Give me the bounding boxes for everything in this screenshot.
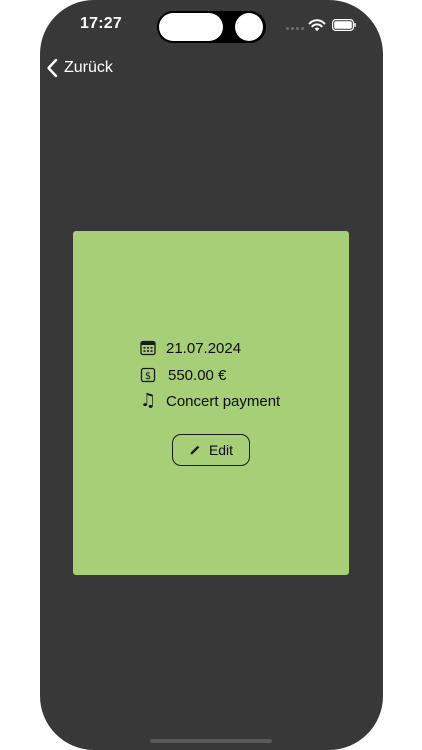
dollar-bill-icon: $ — [140, 367, 156, 383]
amount-row: $ 550.00 € — [140, 364, 226, 386]
status-time: 17:27 — [80, 15, 122, 32]
description-row: ♫ Concert payment — [140, 390, 280, 412]
wifi-icon — [308, 19, 326, 32]
island-dot — [235, 13, 263, 41]
svg-text:$: $ — [145, 371, 151, 382]
back-button-label: Zurück — [64, 59, 113, 76]
battery-icon — [332, 19, 356, 31]
edit-button-label: Edit — [208, 442, 234, 458]
edit-button[interactable]: Edit — [172, 434, 250, 466]
payment-detail-card: 21.07.2024 $ 550.00 € ♫ Concert payment … — [73, 231, 349, 575]
dynamic-island — [157, 11, 266, 43]
home-indicator[interactable] — [150, 739, 272, 743]
cellular-signal-icon — [286, 27, 304, 31]
payment-description: Concert payment — [166, 392, 281, 410]
date-row: 21.07.2024 — [140, 337, 241, 359]
music-notes-icon: ♫ — [140, 390, 157, 411]
chevron-left-icon — [47, 58, 58, 78]
status-bar: 17:27 — [40, 0, 383, 54]
calendar-icon — [140, 340, 156, 356]
payment-amount: 550.00 € — [168, 366, 227, 384]
phone-screen: 17:27 Zurück 21.07.2024 $ 550.00 € ♫ Con… — [40, 0, 383, 750]
pencil-icon — [190, 445, 200, 455]
island-pill — [159, 13, 223, 41]
payment-date: 21.07.2024 — [166, 339, 242, 357]
back-button[interactable]: Zurück — [46, 55, 113, 81]
